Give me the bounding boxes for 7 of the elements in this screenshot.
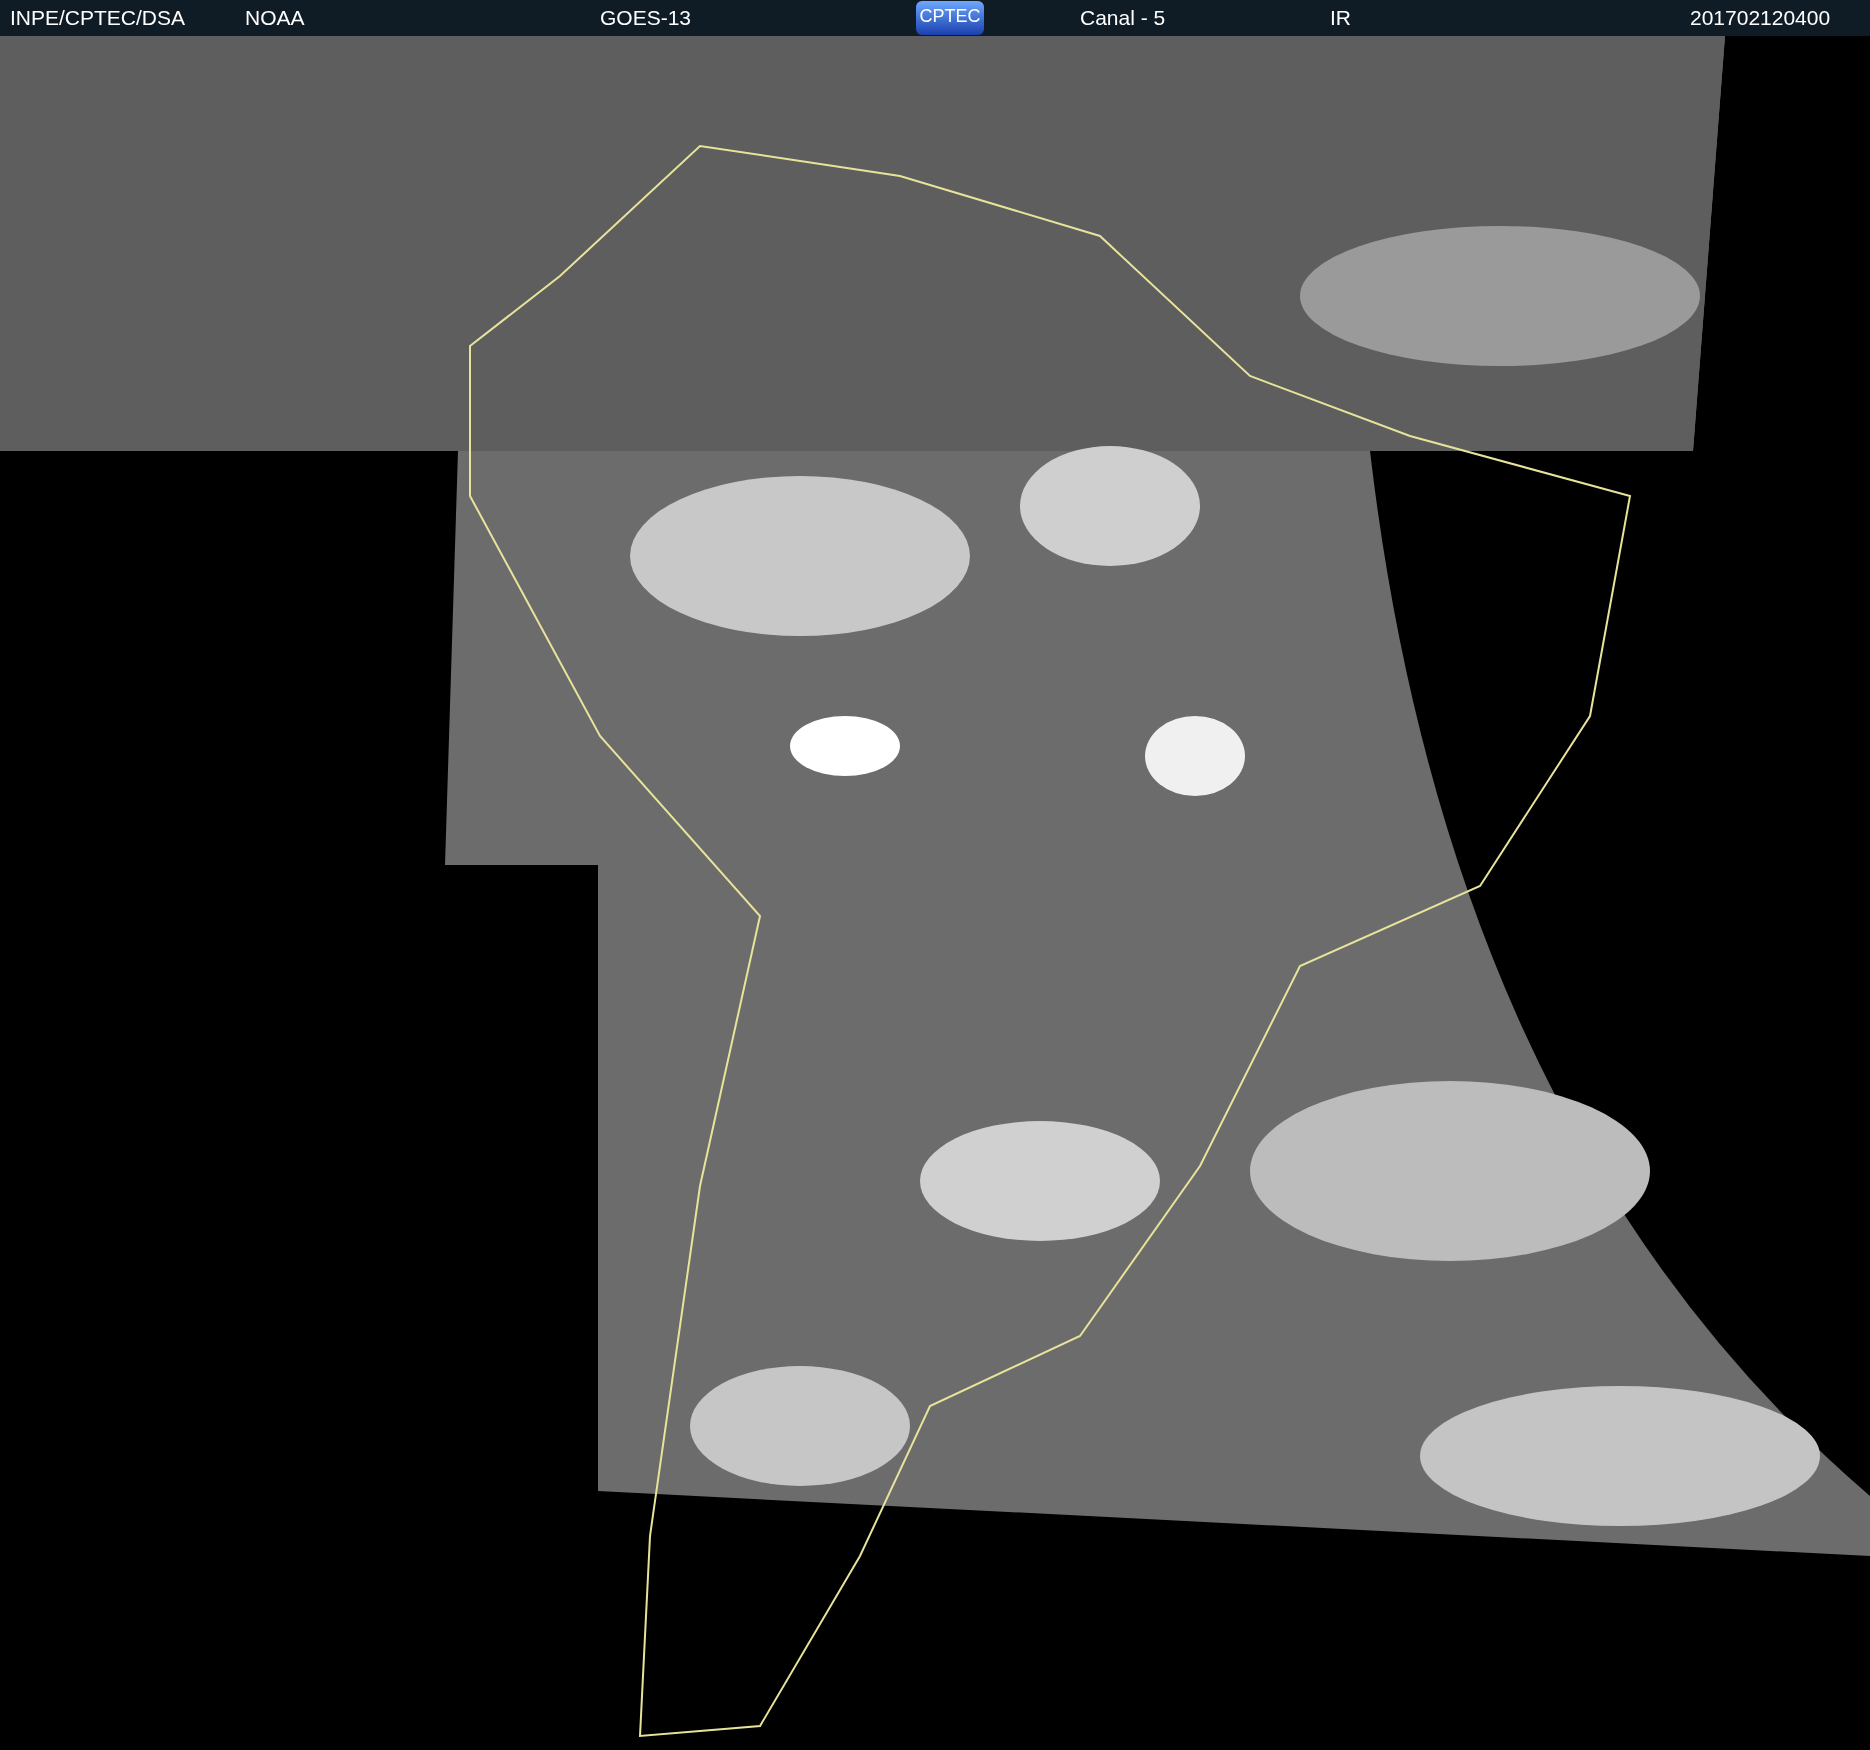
agency-label: NOAA (245, 5, 305, 31)
logo-badge: CPTEC (916, 1, 984, 35)
channel-label: Canal - 5 (1080, 5, 1166, 31)
band-label: IR (1330, 5, 1351, 31)
timestamp-label: 201702120400 (1690, 5, 1831, 31)
source-label: INPE/CPTEC/DSA (10, 5, 186, 31)
satellite-label: GOES-13 (600, 5, 692, 31)
